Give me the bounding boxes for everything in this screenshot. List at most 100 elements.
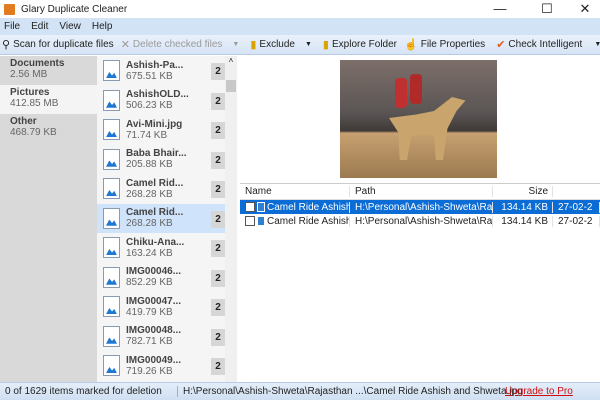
preview-photo (340, 60, 497, 178)
duplicate-group-item[interactable]: Avi-Mini.jpg 71.74 KB 2 (97, 115, 225, 145)
row-checkbox[interactable] (245, 201, 255, 212)
table-row[interactable]: Camel Ride Ashish ...H:\Personal\Ashish-… (240, 200, 600, 214)
duplicate-group-list: Ashish-Pa... 675.51 KB 2 AshishOLD... 506.23… (97, 56, 225, 382)
image-file-icon (103, 119, 120, 141)
image-file-icon (257, 215, 265, 226)
status-bar: 0 of 1629 items marked for deletion H:\P… (0, 382, 600, 400)
camel-shape (389, 97, 466, 160)
duplicate-group-item[interactable]: AshishOLD... 506.23 KB 2 (97, 86, 225, 116)
file-size: 163.24 KB (126, 247, 173, 259)
image-file-icon (103, 237, 120, 259)
image-file-icon (103, 60, 120, 82)
menu-view[interactable]: View (55, 21, 88, 32)
hand-icon: ☝ (404, 39, 418, 51)
properties-label: File Properties (420, 39, 486, 50)
duplicate-group-item[interactable]: Camel Rid... 268.28 KB 2 (97, 203, 225, 233)
row-name: Camel Ride Ashish ... (267, 201, 350, 213)
image-file-icon (103, 89, 120, 111)
window-title: Glary Duplicate Cleaner (21, 3, 128, 15)
header-size[interactable]: Size (493, 186, 553, 197)
table-header: Name Path Size (240, 184, 600, 200)
scroll-thumb[interactable] (226, 80, 236, 92)
scan-button[interactable]: ⚲ Scan for duplicate files (0, 38, 119, 51)
duplicate-count-badge: 2 (211, 328, 225, 346)
exclude-label: Exclude (259, 39, 295, 50)
category-documents[interactable]: Documents 2.56 MB (0, 56, 97, 85)
duplicate-count-badge: 2 (211, 210, 225, 228)
row-path: H:\Personal\Ashish-Shweta\Raj... (350, 201, 493, 213)
image-file-icon (103, 355, 120, 377)
file-properties-button[interactable]: ☝ File Properties (402, 38, 490, 51)
duplicate-files-table: Name Path Size Camel Ride Ashish ...H:\P… (240, 183, 600, 381)
explore-folder-button[interactable]: ▮ Explore Folder (321, 38, 402, 51)
folder-icon: ▮ (322, 39, 329, 51)
category-list: Documents 2.56 MB Pictures 412.85 MB Other… (0, 56, 97, 382)
duplicate-group-item[interactable]: Ashish-Pa... 675.51 KB 2 (97, 56, 225, 86)
image-file-icon (103, 207, 120, 229)
minimize-button[interactable]: — (480, 0, 520, 18)
image-file-icon (103, 148, 120, 170)
header-name[interactable]: Name (240, 186, 350, 197)
image-file-icon (103, 266, 120, 288)
check-label: Check Intelligent (508, 39, 583, 50)
duplicate-group-item[interactable]: IMG00047... 419.79 KB 2 (97, 292, 225, 322)
category-size: 2.56 MB (10, 69, 48, 80)
file-size: 71.74 KB (126, 129, 168, 141)
duplicate-group-item[interactable]: IMG00049... 719.26 KB 2 (97, 351, 225, 381)
category-other[interactable]: Other 468.79 KB (0, 114, 97, 143)
duplicate-count-badge: 2 (211, 122, 225, 139)
scroll-up-icon[interactable]: ˄ (225, 56, 237, 65)
duplicate-group-item[interactable]: Baba Bhair... 205.88 KB 2 (97, 145, 225, 175)
maximize-button[interactable]: ☐ (527, 0, 567, 18)
file-name: Avi-Mini.jpg (126, 118, 183, 130)
row-checkbox[interactable] (245, 215, 255, 226)
file-size: 419.79 KB (126, 306, 173, 318)
category-name: Other (10, 116, 37, 127)
check-intelligent-button[interactable]: ✔ Check Intelligent ▼ (494, 38, 600, 51)
scrollbar[interactable]: ˄ (225, 56, 237, 382)
file-name: IMG00049... (126, 354, 182, 366)
image-file-icon (103, 325, 120, 347)
file-name: IMG00046... (126, 266, 182, 278)
chevron-down-icon[interactable]: ▼ (305, 41, 312, 48)
scan-label: Scan for duplicate files (13, 39, 114, 50)
delete-label: Delete checked files (132, 39, 223, 50)
exclude-button[interactable]: ▮ Exclude ▼ (248, 38, 317, 51)
status-count: 0 of 1629 items marked for deletion (0, 386, 178, 397)
duplicate-group-item[interactable]: IMG00046... 852.29 KB 2 (97, 263, 225, 293)
category-pictures[interactable]: Pictures 412.85 MB (0, 85, 97, 114)
duplicate-count-badge: 2 (211, 269, 225, 287)
header-path[interactable]: Path (350, 186, 493, 197)
chevron-down-icon[interactable]: ▼ (594, 41, 600, 48)
explore-label: Explore Folder (331, 39, 398, 50)
row-size: 134.14 KB (493, 215, 553, 227)
file-name: Baba Bhair... (126, 148, 187, 160)
rider-shape (410, 74, 422, 104)
app-icon (4, 3, 15, 15)
image-preview (240, 56, 600, 182)
table-row[interactable]: Camel Ride Ashish ...H:\Personal\Ashish-… (240, 214, 600, 228)
menu-file[interactable]: File (0, 21, 27, 32)
title-bar: Glary Duplicate Cleaner — ☐ ✕ (0, 0, 600, 18)
duplicate-count-badge: 2 (211, 63, 225, 80)
menu-help[interactable]: Help (88, 21, 120, 32)
file-size: 268.28 KB (126, 188, 173, 200)
file-size: 268.28 KB (126, 218, 173, 230)
chevron-down-icon[interactable]: ▼ (232, 41, 239, 48)
row-date: 27-02-2 (553, 201, 600, 213)
upgrade-link[interactable]: Upgrade to Pro (500, 386, 578, 397)
duplicate-group-item[interactable]: IMG00048... 782.71 KB 2 (97, 322, 225, 352)
menu-edit[interactable]: Edit (27, 21, 55, 32)
delete-button[interactable]: ✕ Delete checked files ▼ (119, 38, 245, 51)
image-file-icon (103, 178, 120, 200)
duplicate-group-item[interactable]: Camel Rid... 268.28 KB 2 (97, 174, 225, 204)
file-size: 852.29 KB (126, 277, 173, 289)
duplicate-count-badge: 2 (211, 299, 225, 316)
checkmark-icon: ✔ (496, 39, 506, 51)
duplicate-group-item[interactable]: Chiku-Ana... 163.24 KB 2 (97, 233, 225, 263)
image-file-icon (257, 201, 265, 212)
menu-bar: File Edit View Help (0, 18, 600, 35)
file-name: Ashish-Pa... (126, 59, 184, 71)
duplicate-count-badge: 2 (211, 240, 225, 257)
close-button[interactable]: ✕ (565, 0, 600, 18)
